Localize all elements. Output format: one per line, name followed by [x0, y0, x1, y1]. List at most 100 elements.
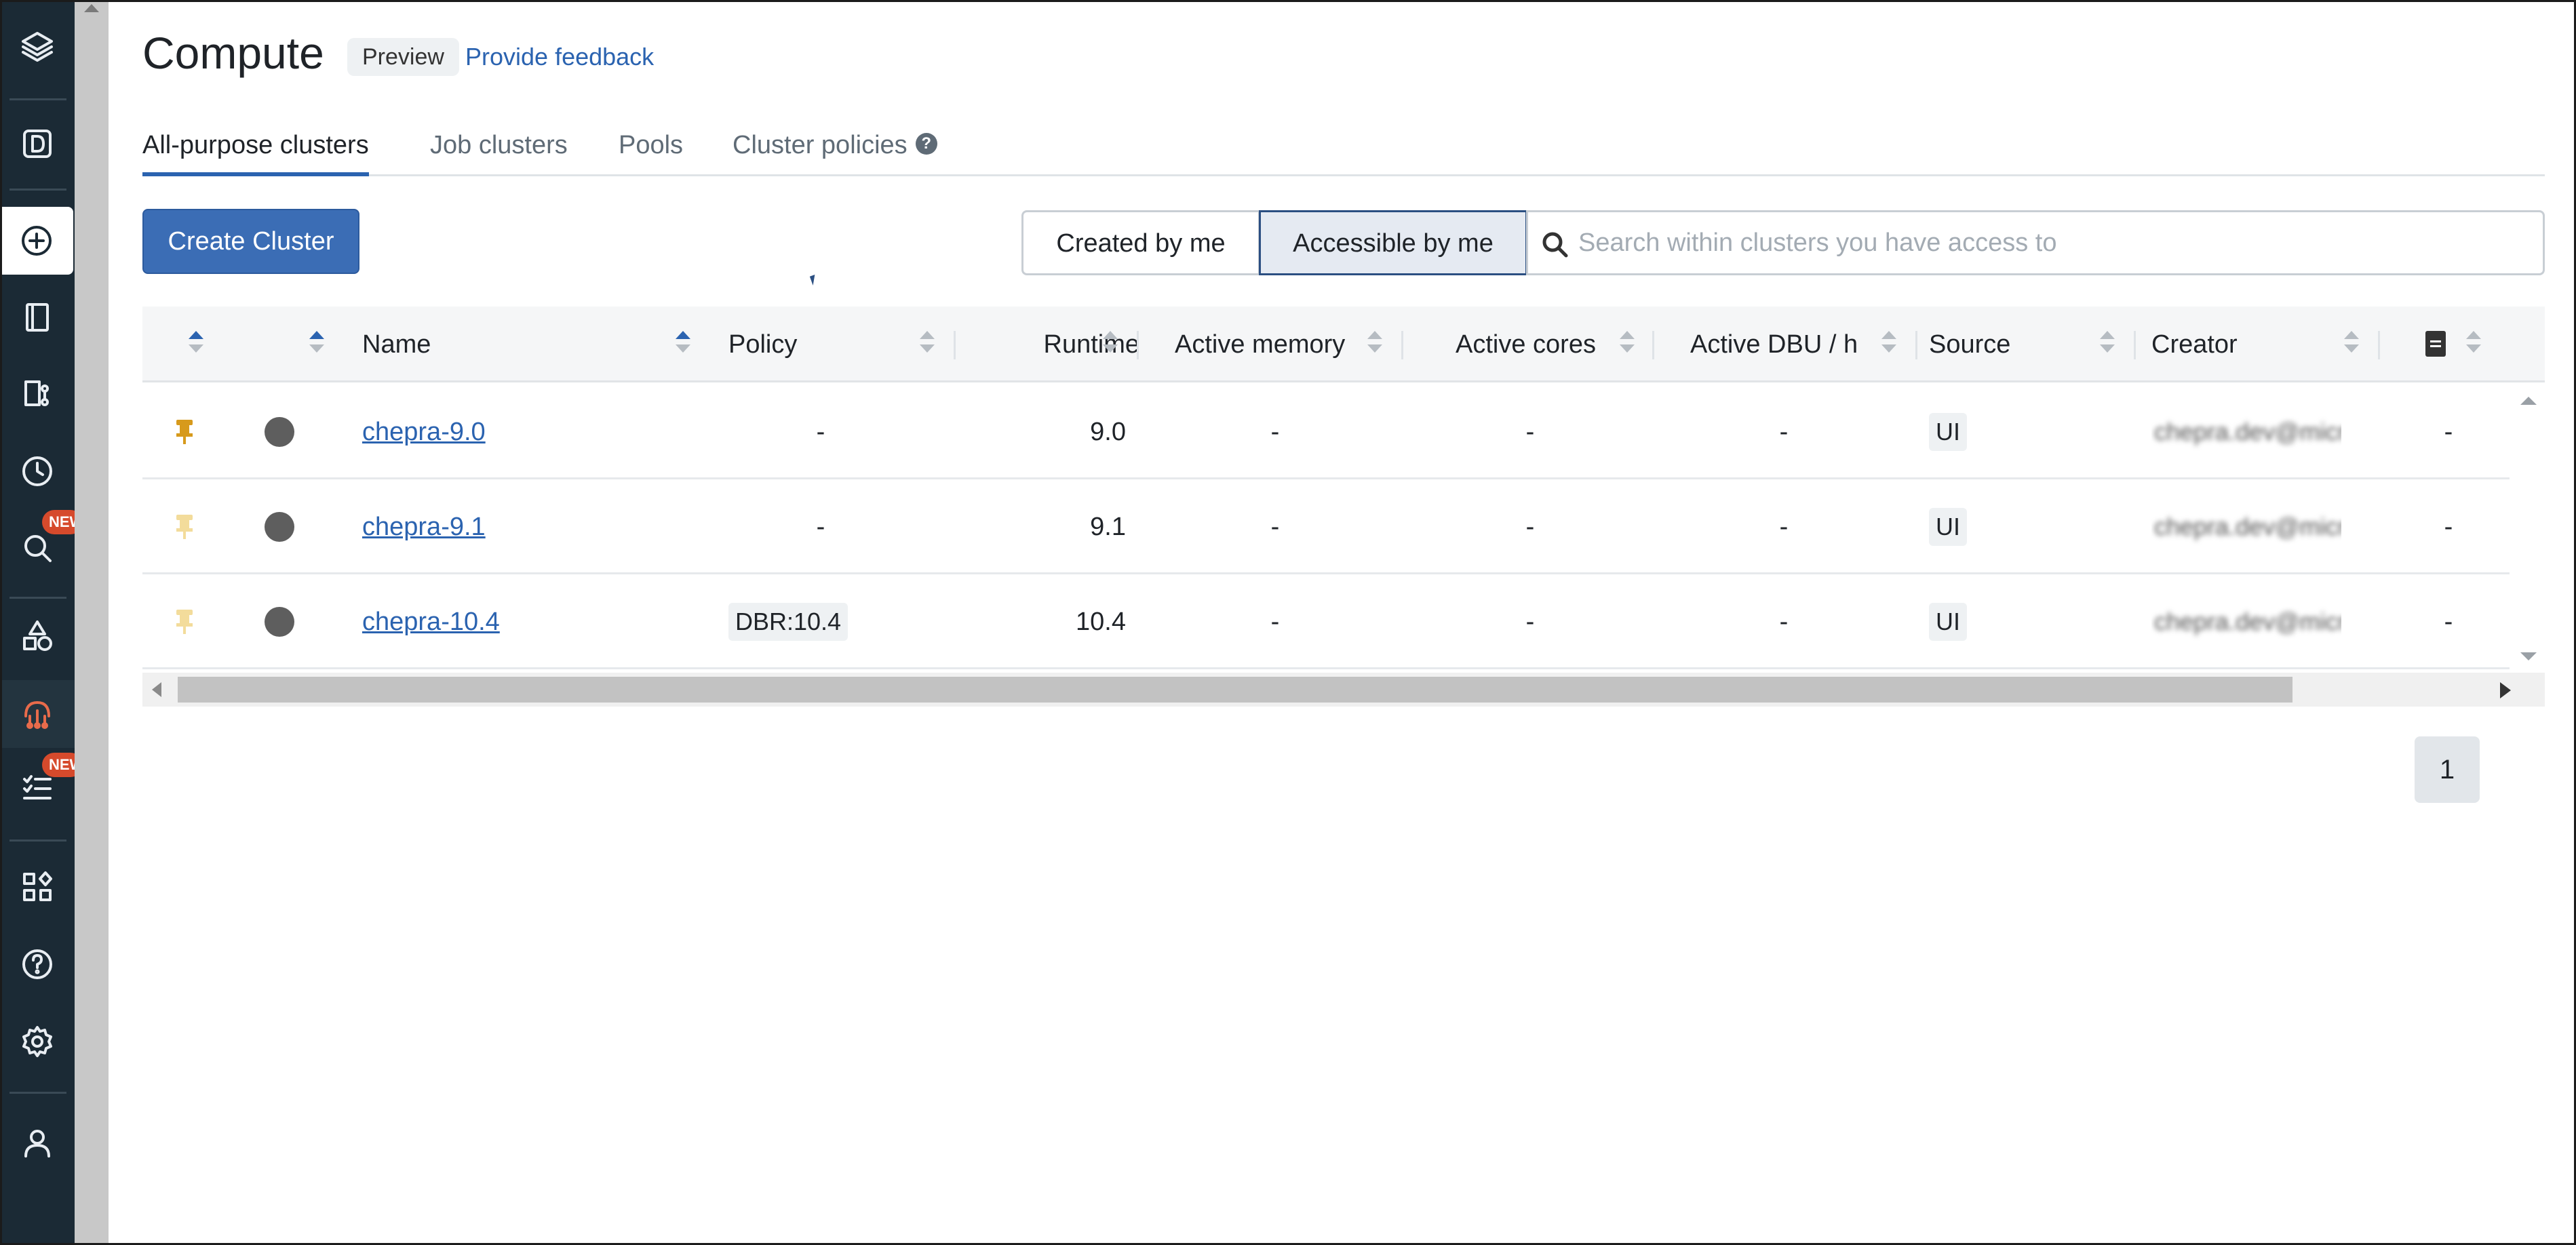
cluster-state-icon [265, 417, 294, 447]
column-divider[interactable] [1652, 331, 1654, 359]
recents-icon[interactable] [0, 437, 75, 505]
nav-divider [9, 189, 66, 191]
user-icon[interactable] [0, 1109, 75, 1177]
name-sort-icon[interactable] [676, 331, 690, 358]
notebook-cell: - [2444, 608, 2453, 636]
create-cluster-button[interactable]: Create Cluster [142, 209, 359, 274]
settings-icon[interactable] [0, 1008, 75, 1075]
column-header-creator[interactable]: Creator [2151, 307, 2238, 382]
scroll-down-arrow-icon[interactable] [2520, 652, 2537, 660]
policy-cell: - [816, 513, 825, 541]
policy-sort-icon[interactable] [920, 331, 935, 358]
left-sidebar: NEW NEW [0, 0, 83, 1245]
question-icon[interactable]: ? [915, 132, 937, 155]
runtime-sort-icon[interactable] [1103, 331, 1118, 358]
column-header-source[interactable]: Source [1929, 307, 2010, 382]
tab-pools[interactable]: Pools [619, 123, 683, 176]
provide-feedback-link[interactable]: Provide feedback [465, 38, 654, 76]
dbu-sort-icon[interactable] [1881, 331, 1896, 358]
logo-icon[interactable] [0, 14, 75, 81]
cluster-name-link[interactable]: chepra-9.1 [362, 513, 486, 541]
accessible-by-me-toggle[interactable]: Accessible by me [1259, 210, 1527, 275]
policy-cell: - [816, 418, 825, 446]
table-row[interactable]: chepra-9.1 - 9.1 - - - UI chepra.dev@mic… [142, 479, 2510, 574]
pin-icon[interactable] [176, 515, 193, 539]
column-header-active-dbu[interactable]: Active DBU / h [1690, 307, 1858, 382]
tab-label: Pools [619, 131, 684, 159]
pin-icon[interactable] [176, 610, 193, 634]
nav-divider [9, 1092, 66, 1094]
tab-label: Job clusters [430, 131, 568, 159]
cluster-state-icon [265, 607, 294, 637]
cluster-name-link[interactable]: chepra-10.4 [362, 608, 500, 636]
column-divider[interactable] [1401, 331, 1403, 359]
policy-badge: DBR:10.4 [728, 603, 848, 641]
scroll-up-arrow-icon[interactable] [84, 4, 99, 12]
compute-icon[interactable] [0, 680, 75, 748]
left-scroll-strip[interactable] [75, 0, 109, 1245]
state-sort-icon[interactable] [309, 331, 324, 358]
creator-sort-icon[interactable] [2344, 331, 2359, 358]
column-divider[interactable] [2378, 331, 2380, 359]
preview-tag: Preview [347, 38, 459, 76]
search-icon [1542, 232, 1568, 258]
scroll-right-arrow-icon[interactable] [2500, 682, 2511, 698]
tab-cluster-policies[interactable]: Cluster policies? [733, 123, 937, 176]
table-body: chepra-9.0 - 9.0 - - - UI chepra.dev@mic… [142, 384, 2545, 673]
tab-all-purpose-clusters[interactable]: All-purpose clusters [142, 123, 369, 176]
notebook-icon [2425, 331, 2446, 357]
runtime-cell: 10.4 [1076, 608, 1126, 636]
marketplace-icon[interactable] [0, 853, 75, 921]
horizontal-scroll-thumb[interactable] [178, 677, 2292, 703]
column-header-active-memory[interactable]: Active memory [1175, 307, 1345, 382]
cores-sort-icon[interactable] [1620, 331, 1635, 358]
created-by-me-toggle[interactable]: Created by me [1021, 210, 1260, 275]
active-memory-cell: - [1270, 608, 1280, 636]
active-memory-cell: - [1270, 418, 1280, 446]
notebook-sort-icon[interactable] [2466, 331, 2481, 358]
repos-icon[interactable] [0, 359, 75, 427]
search-input[interactable] [1577, 220, 2526, 265]
nav-divider [9, 98, 66, 100]
active-cores-cell: - [1525, 418, 1535, 446]
page-1-button[interactable]: 1 [2415, 736, 2480, 803]
column-divider[interactable] [2134, 331, 2136, 359]
cluster-state-icon [265, 512, 294, 542]
scroll-left-arrow-icon[interactable] [152, 682, 161, 697]
notebook-cell: - [2444, 513, 2453, 541]
help-icon[interactable] [0, 930, 75, 998]
column-divider[interactable] [1915, 331, 1917, 359]
nav-divider [9, 839, 66, 842]
column-divider[interactable] [954, 331, 956, 359]
column-header-name[interactable]: Name [362, 307, 431, 382]
creator-email: chepra.dev@micro… [2154, 418, 2341, 446]
workspace-icon[interactable] [0, 283, 75, 351]
create-icon[interactable] [0, 207, 73, 275]
active-memory-cell: - [1270, 513, 1280, 541]
cluster-name-link[interactable]: chepra-9.0 [362, 418, 486, 446]
column-header-policy[interactable]: Policy [728, 307, 797, 382]
active-cores-cell: - [1525, 513, 1535, 541]
workspace-switcher[interactable] [0, 110, 75, 178]
pin-sort-icon[interactable] [189, 331, 203, 358]
source-sort-icon[interactable] [2100, 331, 2115, 358]
catalog-icon[interactable] [0, 602, 75, 670]
column-header-active-cores[interactable]: Active cores [1456, 307, 1596, 382]
active-cores-cell: - [1525, 608, 1535, 636]
cluster-search [1526, 210, 2545, 275]
column-divider[interactable] [1137, 331, 1139, 359]
active-dbu-cell: - [1779, 608, 1789, 636]
tab-job-clusters[interactable]: Job clusters [430, 123, 568, 176]
scroll-up-arrow-icon[interactable] [2520, 397, 2537, 405]
tab-label: All-purpose clusters [142, 131, 369, 159]
runtime-cell: 9.0 [1090, 418, 1126, 446]
memory-sort-icon[interactable] [1367, 331, 1382, 358]
table-horizontal-scrollbar[interactable] [142, 673, 2545, 707]
table-row[interactable]: chepra-9.0 - 9.0 - - - UI chepra.dev@mic… [142, 384, 2510, 479]
table-vertical-scrollbar[interactable] [2511, 384, 2545, 673]
tab-label: Cluster policies [733, 131, 908, 159]
pin-icon[interactable] [176, 420, 193, 444]
source-badge: UI [1929, 413, 1967, 451]
runtime-cell: 9.1 [1090, 513, 1126, 541]
table-row[interactable]: chepra-10.4 DBR:10.4 10.4 - - - UI chepr… [142, 574, 2510, 669]
